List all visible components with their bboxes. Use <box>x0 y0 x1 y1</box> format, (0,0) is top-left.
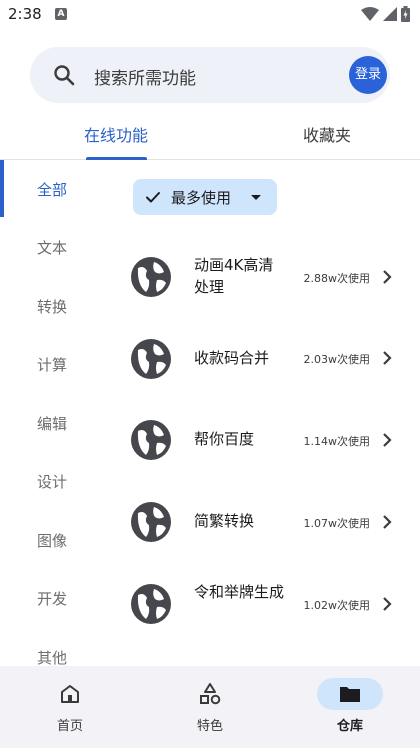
globe-icon <box>131 584 171 624</box>
signal-icon <box>383 7 397 21</box>
chevron-right-icon <box>383 515 392 529</box>
chevron-right-icon <box>383 270 392 284</box>
search-icon <box>54 65 75 86</box>
globe-icon <box>131 257 171 297</box>
search-input[interactable]: 搜索所需功能 <box>94 64 196 89</box>
sort-filter-label: 最多使用 <box>171 189 232 207</box>
list-item[interactable]: 帮你百度 1.14w次使用 <box>130 405 410 475</box>
globe-icon <box>131 420 171 460</box>
chevron-right-icon <box>383 597 392 611</box>
tab-bar: 在线功能 收藏夹 <box>0 110 420 160</box>
list-item-usage-count: 2.03w次使用 <box>303 353 371 366</box>
list-item-title: 帮你百度 <box>194 430 255 448</box>
nav-home-indicator <box>37 678 103 710</box>
list-item-usage-count: 1.07w次使用 <box>303 517 371 530</box>
sidebar-item-all[interactable]: 全部 <box>37 179 67 200</box>
globe-icon <box>131 339 171 379</box>
list-item-title: 简繁转换 <box>194 512 255 530</box>
nav-home[interactable]: 首页 <box>0 666 140 748</box>
sidebar-item-other[interactable]: 其他 <box>37 647 67 668</box>
list-item[interactable]: 令和举牌生成 1.02w次使用 <box>130 569 410 639</box>
list-item[interactable]: 动画4K高清处理 2.88w次使用 <box>130 242 410 312</box>
shapes-icon <box>200 683 221 705</box>
sidebar-item-develop[interactable]: 开发 <box>37 588 67 609</box>
tab-online-functions[interactable]: 在线功能 <box>84 122 148 146</box>
dropdown-caret-icon <box>251 195 261 200</box>
nav-features-indicator <box>177 678 243 710</box>
status-icons <box>361 6 410 22</box>
notification-icon: A <box>55 8 67 20</box>
status-bar: 2:38 A <box>0 0 420 30</box>
folder-icon <box>340 687 360 702</box>
login-button[interactable]: 登录 <box>349 56 387 94</box>
nav-repository-indicator <box>317 678 383 710</box>
search-bar[interactable]: 搜索所需功能 登录 <box>30 47 390 103</box>
sidebar-item-text[interactable]: 文本 <box>37 237 67 258</box>
status-time: 2:38 <box>8 5 42 23</box>
nav-features-label: 特色 <box>196 719 223 734</box>
chevron-right-icon <box>383 433 392 447</box>
battery-icon <box>401 6 410 22</box>
home-icon <box>61 685 79 703</box>
tab-favorites[interactable]: 收藏夹 <box>303 122 351 146</box>
sidebar-item-calculate[interactable]: 计算 <box>37 354 67 375</box>
nav-features[interactable]: 特色 <box>140 666 280 748</box>
list-item-usage-count: 2.88w次使用 <box>303 272 371 285</box>
list-item-title: 收款码合并 <box>194 349 270 367</box>
sort-filter-chip[interactable]: 最多使用 <box>133 179 277 215</box>
chevron-right-icon <box>383 351 392 365</box>
nav-repository[interactable]: 仓库 <box>280 666 420 748</box>
category-sidebar: 全部 文本 转换 计算 编辑 设计 图像 开发 其他 <box>0 160 100 668</box>
globe-icon <box>131 502 171 542</box>
check-icon <box>146 192 160 203</box>
list-item-usage-count: 1.14w次使用 <box>303 435 371 448</box>
list-item[interactable]: 收款码合并 2.03w次使用 <box>130 324 410 394</box>
list-item-title: 动画4K高清处理 <box>194 256 274 296</box>
list-item[interactable]: 简繁转换 1.07w次使用 <box>130 487 410 557</box>
list-item-title: 令和举牌生成 <box>194 583 285 601</box>
sidebar-item-convert[interactable]: 转换 <box>37 296 67 317</box>
bottom-navigation: 首页 特色 仓库 <box>0 666 420 748</box>
sidebar-item-design[interactable]: 设计 <box>37 471 67 492</box>
sidebar-item-image[interactable]: 图像 <box>37 530 67 551</box>
nav-repository-label: 仓库 <box>336 719 363 734</box>
sidebar-item-edit[interactable]: 编辑 <box>37 413 67 434</box>
nav-home-label: 首页 <box>56 719 83 734</box>
list-item-usage-count: 1.02w次使用 <box>303 599 371 612</box>
sidebar-active-indicator <box>0 160 4 217</box>
wifi-icon <box>361 7 379 21</box>
